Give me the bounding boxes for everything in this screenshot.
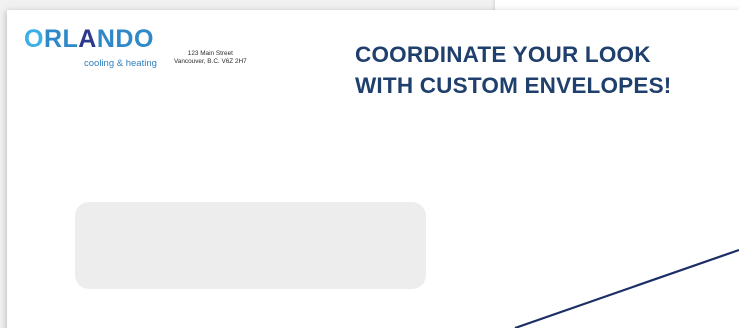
logo-tagline: cooling & heating	[84, 58, 157, 69]
logo-letter-a: A	[78, 25, 97, 53]
logo-letter-o2: O	[133, 25, 154, 53]
envelope-mockup-stage: ORLANDO cooling & heating 123 Main Stree…	[0, 0, 739, 328]
return-address: 123 Main Street Vancouver, B.C. V6Z 2H7	[174, 50, 247, 66]
headline-line-2: WITH CUSTOM ENVELOPES!	[355, 73, 672, 98]
logo-letter-d: D	[115, 25, 134, 53]
company-logo: ORLANDO cooling & heating	[24, 27, 174, 75]
address-line-city: Vancouver, B.C. V6Z 2H7	[174, 58, 247, 65]
envelope-address-window	[75, 202, 426, 289]
logo-wordmark: ORLANDO	[24, 27, 154, 52]
headline-line-1: COORDINATE YOUR LOOK	[355, 42, 651, 67]
address-line-street: 123 Main Street	[187, 50, 233, 57]
logo-letter-r: R	[43, 25, 63, 53]
logo-letter-n: N	[96, 25, 116, 53]
promo-headline: COORDINATE YOUR LOOK WITH CUSTOM ENVELOP…	[355, 39, 672, 101]
logo-letter-l: L	[62, 25, 79, 53]
logo-letter-o: O	[24, 25, 44, 53]
